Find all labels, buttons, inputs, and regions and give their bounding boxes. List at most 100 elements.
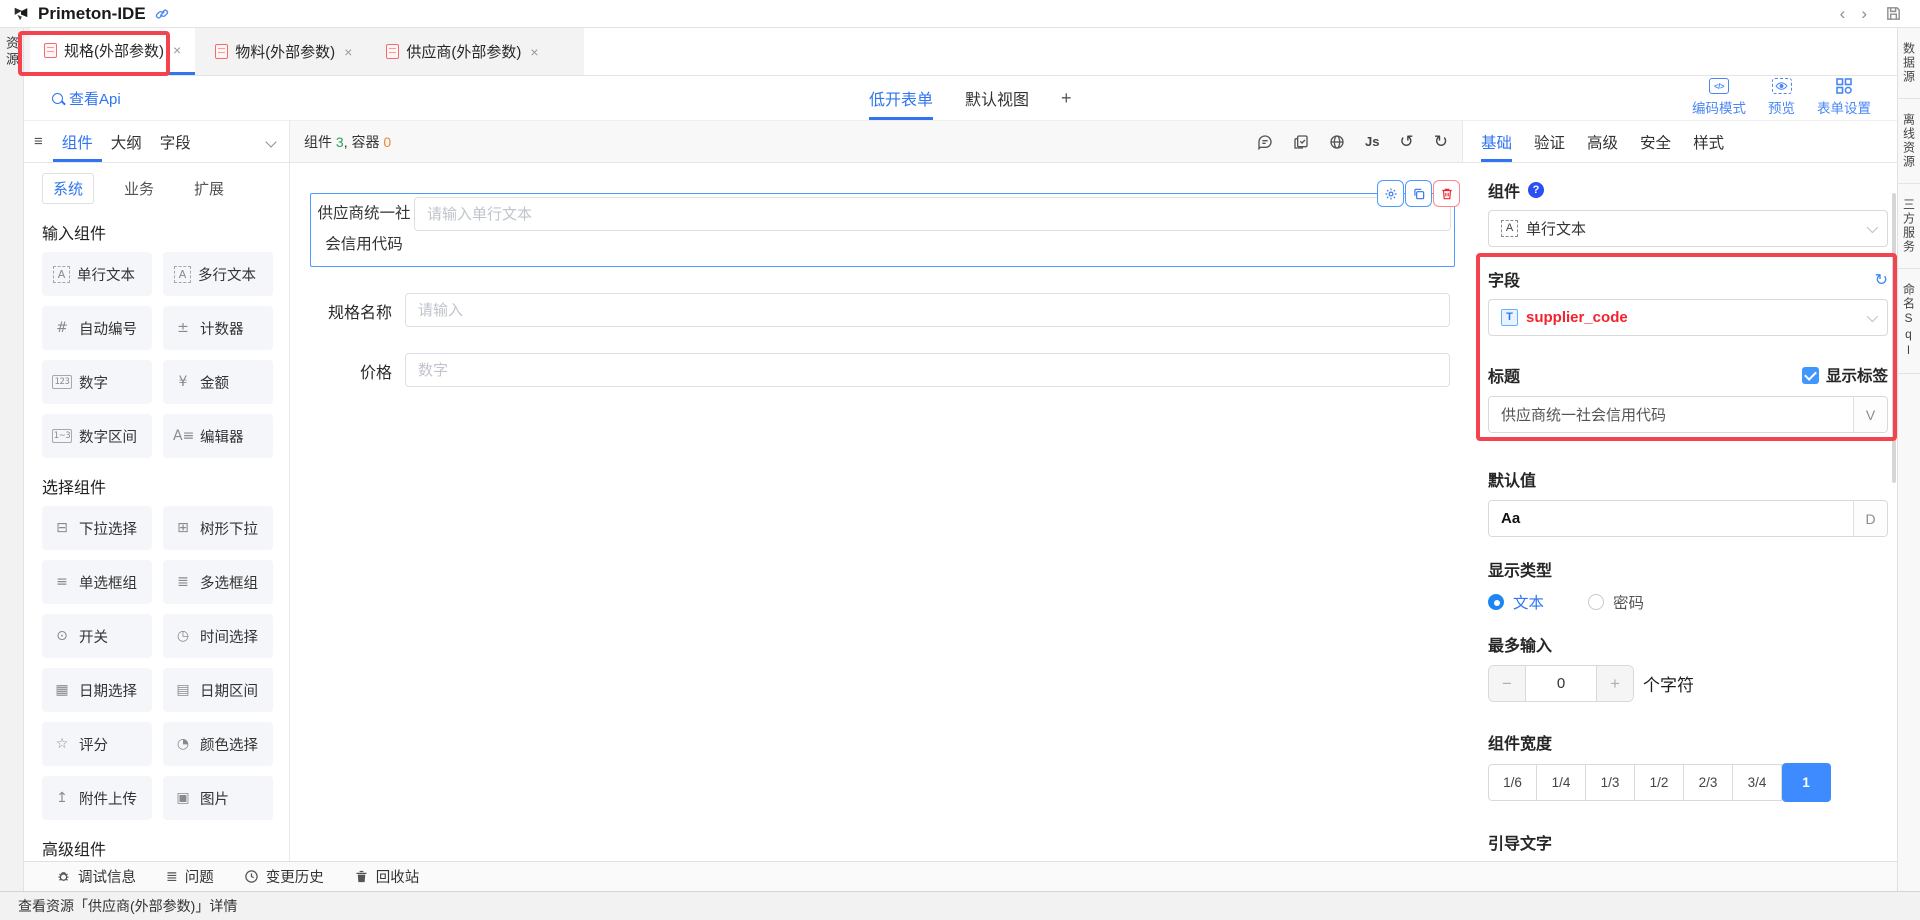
palette-item-multi-line-text[interactable]: A多行文本: [163, 252, 273, 296]
form-row-price[interactable]: 价格: [310, 353, 1450, 388]
stepper-minus-button[interactable]: −: [1489, 666, 1525, 701]
width-option-full[interactable]: 1: [1782, 763, 1831, 802]
tab-advanced[interactable]: 高级: [1587, 121, 1618, 162]
nav-forward-icon[interactable]: ›: [1853, 4, 1875, 24]
chevron-down-icon[interactable]: [265, 136, 276, 147]
palette-item-color-picker[interactable]: ◔颜色选择: [163, 722, 273, 766]
nav-back-icon[interactable]: ‹: [1832, 4, 1854, 24]
refresh-icon[interactable]: ↻: [1875, 270, 1888, 289]
switch-icon: ⊙: [52, 628, 72, 644]
rail-item-datasource[interactable]: 数据源: [1898, 28, 1920, 99]
field-select[interactable]: T supplier_code: [1488, 299, 1888, 336]
palette-item-rating[interactable]: ☆评分: [42, 722, 152, 766]
palette-item-dropdown[interactable]: ⊟下拉选择: [42, 506, 152, 550]
recycle-bin-button[interactable]: 回收站: [354, 866, 420, 887]
subtab-system[interactable]: 系统: [42, 173, 94, 204]
tab-validation[interactable]: 验证: [1534, 121, 1565, 162]
width-option-3-4[interactable]: 3/4: [1733, 764, 1782, 801]
palette-item-time-picker[interactable]: ◷时间选择: [163, 614, 273, 658]
radio-password[interactable]: 密码: [1588, 591, 1644, 613]
palette-item-radio-group[interactable]: ≡单选框组: [42, 560, 152, 604]
tab-material-external-params[interactable]: 物料(外部参数) ×: [201, 28, 366, 75]
component-delete-button[interactable]: [1433, 180, 1460, 207]
title-variable-button[interactable]: V: [1853, 397, 1887, 432]
default-value-input[interactable]: [1489, 501, 1853, 536]
code-mode-button[interactable]: </> 编码模式: [1692, 78, 1746, 117]
form-row-spec-name[interactable]: 规格名称: [310, 293, 1450, 328]
globe-icon[interactable]: [1329, 134, 1345, 150]
subtab-business[interactable]: 业务: [114, 174, 164, 203]
tab-supplier-external-params[interactable]: 供应商(外部参数) ×: [372, 28, 552, 75]
copy-check-icon[interactable]: [1293, 134, 1309, 150]
width-option-1-6[interactable]: 1/6: [1488, 764, 1537, 801]
spec-name-input[interactable]: [405, 293, 1450, 327]
add-view-button[interactable]: +: [1061, 76, 1072, 120]
save-icon[interactable]: [1885, 5, 1902, 22]
canvas-header: 组件 3, 容器 0 Js ↺ ↻: [290, 121, 1463, 162]
palette-item-checkbox-group[interactable]: ≣多选框组: [163, 560, 273, 604]
help-icon[interactable]: ?: [1528, 182, 1544, 198]
title-input[interactable]: [1489, 397, 1853, 432]
undo-icon[interactable]: ↺: [1400, 132, 1414, 152]
subtab-extension[interactable]: 扩展: [184, 174, 234, 203]
price-input[interactable]: [405, 353, 1450, 387]
tab-default-view[interactable]: 默认视图: [965, 76, 1029, 120]
top-actions: </> 编码模式 预览 表单设置: [1692, 78, 1871, 117]
width-option-1-3[interactable]: 1/3: [1586, 764, 1635, 801]
preview-button[interactable]: 预览: [1768, 78, 1795, 117]
close-icon[interactable]: ×: [530, 44, 538, 60]
left-rail-resources-tab[interactable]: 资源: [2, 36, 21, 891]
view-api-link[interactable]: 查看Api: [52, 88, 121, 109]
sidebar-tab-fields[interactable]: 字段: [151, 121, 200, 162]
tab-spec-external-params[interactable]: 规格(外部参数) ×: [30, 28, 195, 75]
palette-item-editor[interactable]: A≡编辑器: [163, 414, 273, 458]
stepper-plus-button[interactable]: +: [1597, 666, 1633, 701]
supplier-code-input[interactable]: [414, 197, 1451, 231]
default-value-dynamic-button[interactable]: D: [1853, 501, 1887, 536]
rail-item-named-sql[interactable]: 命名Sql: [1898, 269, 1920, 374]
palette-item-counter[interactable]: ±计数器: [163, 306, 273, 350]
tab-security[interactable]: 安全: [1640, 121, 1671, 162]
rail-item-third-party-services[interactable]: 三方服务: [1898, 184, 1920, 269]
palette-item-tree-dropdown[interactable]: ⊞树形下拉: [163, 506, 273, 550]
sidebar-tab-outline[interactable]: 大纲: [102, 121, 151, 162]
inspector-scrollbar[interactable]: [1892, 193, 1896, 483]
stepper-value[interactable]: 0: [1525, 666, 1597, 701]
palette-item-date-picker[interactable]: ▦日期选择: [42, 668, 152, 712]
palette-item-attachment-upload[interactable]: ↥附件上传: [42, 776, 152, 820]
edit-link-icon[interactable]: [154, 6, 170, 22]
palette-item-auto-number[interactable]: #自动编号: [42, 306, 152, 350]
problems-button[interactable]: ≣ 问题: [166, 866, 214, 887]
selected-component-supplier-code[interactable]: 供应商统一社 会信用代码: [310, 193, 1455, 267]
show-label-checkbox[interactable]: 显示标签: [1802, 364, 1888, 386]
palette-item-money[interactable]: ¥金额: [163, 360, 273, 404]
change-history-button[interactable]: 变更历史: [244, 866, 324, 887]
radio-text[interactable]: 文本: [1488, 591, 1544, 613]
tab-basic[interactable]: 基础: [1481, 121, 1512, 162]
tab-lowcode-form[interactable]: 低开表单: [869, 76, 933, 120]
comment-icon[interactable]: [1257, 134, 1273, 150]
close-icon[interactable]: ×: [344, 44, 352, 60]
component-type-select[interactable]: A 单行文本: [1488, 210, 1888, 247]
close-icon[interactable]: ×: [173, 42, 181, 58]
tab-style[interactable]: 样式: [1693, 121, 1724, 162]
palette-item-number[interactable]: 123数字: [42, 360, 152, 404]
redo-icon[interactable]: ↻: [1434, 132, 1448, 152]
js-icon[interactable]: Js: [1365, 134, 1379, 149]
component-settings-button[interactable]: [1377, 180, 1404, 207]
width-option-2-3[interactable]: 2/3: [1684, 764, 1733, 801]
width-option-1-4[interactable]: 1/4: [1537, 764, 1586, 801]
sidebar-tab-components[interactable]: 组件: [53, 121, 102, 162]
width-option-1-2[interactable]: 1/2: [1635, 764, 1684, 801]
palette-item-switch[interactable]: ⊙开关: [42, 614, 152, 658]
palette-item-date-range[interactable]: ▤日期区间: [163, 668, 273, 712]
rail-item-offline-resources[interactable]: 离线资源: [1898, 99, 1920, 184]
width-section-header: 组件宽度: [1488, 730, 1888, 754]
palette-item-image[interactable]: ▣图片: [163, 776, 273, 820]
palette-item-single-line-text[interactable]: A单行文本: [42, 252, 152, 296]
palette-item-number-range[interactable]: 1~3数字区间: [42, 414, 152, 458]
component-copy-button[interactable]: [1405, 180, 1432, 207]
form-settings-button[interactable]: 表单设置: [1817, 78, 1871, 117]
menu-icon[interactable]: ≡: [34, 133, 43, 150]
debug-info-button[interactable]: 调试信息: [56, 866, 136, 887]
